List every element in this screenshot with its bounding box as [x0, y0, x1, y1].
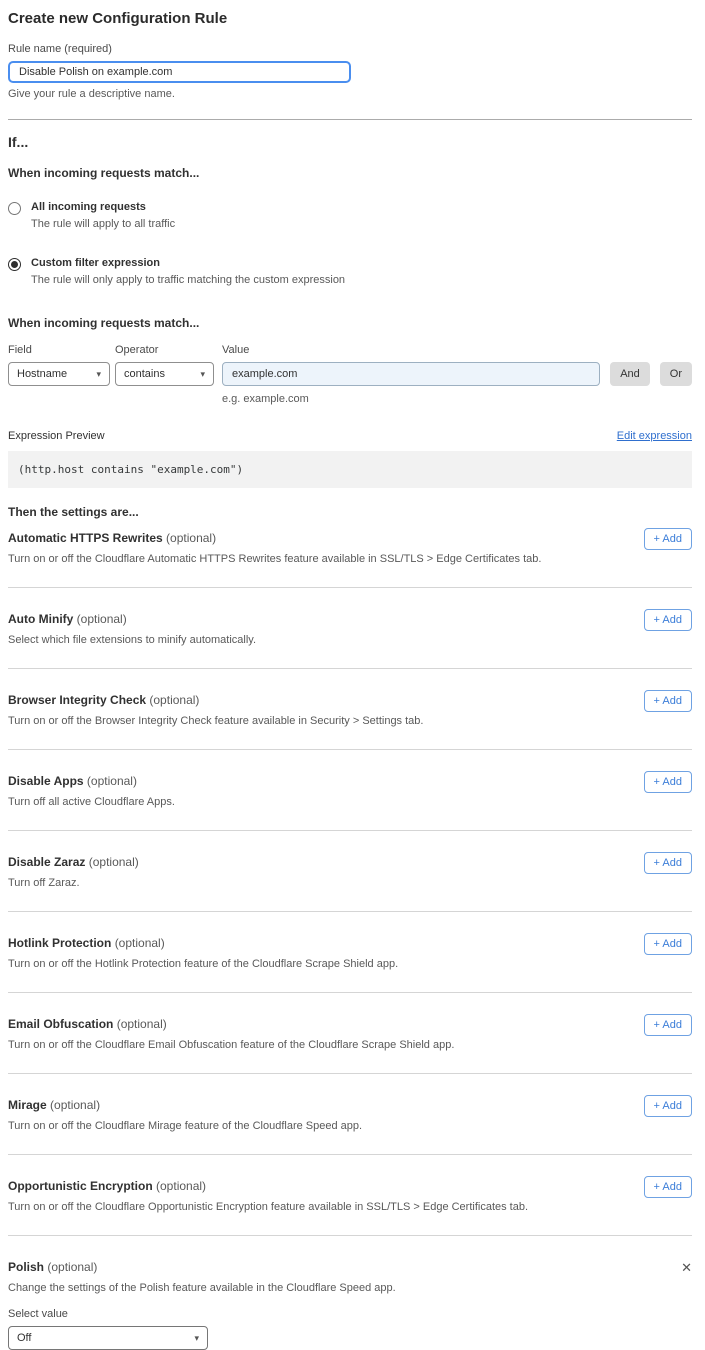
builder-heading: When incoming requests match...	[8, 316, 692, 330]
add-button[interactable]: + Add	[644, 1014, 692, 1036]
setting-description: Turn on or off the Hotlink Protection fe…	[8, 958, 398, 970]
setting-row-browser-integrity-check: Browser Integrity Check (optional) Turn …	[8, 669, 692, 750]
add-button[interactable]: + Add	[644, 771, 692, 793]
field-label: Field	[8, 344, 110, 356]
then-settings-heading: Then the settings are...	[8, 505, 692, 519]
setting-row-auto-minify: Auto Minify (optional) Select which file…	[8, 588, 692, 669]
value-input[interactable]	[222, 362, 600, 386]
optional-label: (optional)	[87, 774, 137, 788]
setting-description: Turn on or off the Cloudflare Email Obfu…	[8, 1039, 454, 1051]
close-icon[interactable]: ✕	[681, 1261, 692, 1274]
polish-select-value: Off	[17, 1332, 31, 1344]
operator-label: Operator	[115, 344, 214, 356]
radio-label: All incoming requests	[31, 201, 175, 213]
radio-button-all-incoming[interactable]	[8, 202, 21, 215]
add-button[interactable]: + Add	[644, 1176, 692, 1198]
rule-name-input[interactable]	[8, 61, 351, 83]
radio-description: The rule will apply to all traffic	[31, 218, 175, 230]
select-value-label: Select value	[8, 1308, 692, 1320]
setting-description: Change the settings of the Polish featur…	[8, 1282, 692, 1294]
optional-label: (optional)	[156, 1179, 206, 1193]
value-label: Value	[222, 344, 600, 356]
and-button[interactable]: And	[610, 362, 650, 386]
operator-select-value: contains	[124, 368, 165, 380]
setting-description: Turn on or off the Cloudflare Mirage fea…	[8, 1120, 362, 1132]
setting-title-text: Opportunistic Encryption	[8, 1179, 153, 1193]
rule-name-helper: Give your rule a descriptive name.	[8, 88, 692, 100]
optional-label: (optional)	[89, 855, 139, 869]
add-button[interactable]: + Add	[644, 690, 692, 712]
radio-description: The rule will only apply to traffic matc…	[31, 274, 345, 286]
radio-option-custom-filter[interactable]: Custom filter expression The rule will o…	[8, 257, 692, 286]
setting-title-text: Disable Apps	[8, 774, 84, 788]
setting-description: Turn on or off the Cloudflare Opportunis…	[8, 1201, 528, 1213]
rule-name-label: Rule name (required)	[8, 43, 692, 55]
setting-row-automatic-https-rewrites: Automatic HTTPS Rewrites (optional) Turn…	[8, 519, 692, 588]
setting-row-polish: Polish (optional) ✕ Change the settings …	[8, 1236, 692, 1350]
setting-title: Mirage (optional)	[8, 1098, 362, 1112]
setting-title: Automatic HTTPS Rewrites (optional)	[8, 531, 541, 545]
section-divider	[8, 119, 692, 120]
page-title: Create new Configuration Rule	[8, 10, 692, 27]
configuration-rule-page: Create new Configuration Rule Rule name …	[0, 0, 705, 1350]
setting-row-mirage: Mirage (optional) Turn on or off the Clo…	[8, 1074, 692, 1155]
if-heading: If...	[8, 134, 692, 150]
field-select[interactable]: Hostname ▾	[8, 362, 110, 386]
expression-preview-code: (http.host contains "example.com")	[8, 451, 692, 488]
edit-expression-link[interactable]: Edit expression	[617, 430, 692, 442]
optional-label: (optional)	[166, 531, 216, 545]
optional-label: (optional)	[149, 693, 199, 707]
polish-value-select[interactable]: Off ▾	[8, 1326, 208, 1350]
expression-builder: When incoming requests match... Field Ho…	[8, 316, 692, 405]
setting-row-opportunistic-encryption: Opportunistic Encryption (optional) Turn…	[8, 1155, 692, 1236]
setting-title-text: Automatic HTTPS Rewrites	[8, 531, 163, 545]
setting-title: Opportunistic Encryption (optional)	[8, 1179, 528, 1193]
operator-select[interactable]: contains ▾	[115, 362, 214, 386]
setting-title-text: Disable Zaraz	[8, 855, 85, 869]
setting-row-disable-zaraz: Disable Zaraz (optional) Turn off Zaraz.…	[8, 831, 692, 912]
add-button[interactable]: + Add	[644, 1095, 692, 1117]
optional-label: (optional)	[77, 612, 127, 626]
expression-preview-label: Expression Preview	[8, 430, 105, 442]
setting-title: Disable Zaraz (optional)	[8, 855, 139, 869]
optional-label: (optional)	[117, 1017, 167, 1031]
value-helper: e.g. example.com	[222, 393, 692, 405]
setting-title-text: Mirage	[8, 1098, 47, 1112]
setting-description: Turn on or off the Browser Integrity Che…	[8, 715, 423, 727]
setting-description: Turn off Zaraz.	[8, 877, 139, 889]
radio-label: Custom filter expression	[31, 257, 345, 269]
add-button[interactable]: + Add	[644, 528, 692, 550]
setting-description: Turn on or off the Cloudflare Automatic …	[8, 553, 541, 565]
setting-row-disable-apps: Disable Apps (optional) Turn off all act…	[8, 750, 692, 831]
setting-title: Browser Integrity Check (optional)	[8, 693, 423, 707]
setting-row-hotlink-protection: Hotlink Protection (optional) Turn on or…	[8, 912, 692, 993]
add-button[interactable]: + Add	[644, 852, 692, 874]
setting-title-text: Email Obfuscation	[8, 1017, 113, 1031]
radio-option-all-incoming[interactable]: All incoming requests The rule will appl…	[8, 201, 692, 230]
or-button[interactable]: Or	[660, 362, 692, 386]
chevron-down-icon: ▾	[194, 1333, 199, 1344]
setting-title: Email Obfuscation (optional)	[8, 1017, 454, 1031]
radio-button-custom-filter[interactable]	[8, 258, 21, 271]
chevron-down-icon: ▾	[200, 369, 205, 380]
chevron-down-icon: ▾	[96, 369, 101, 380]
incoming-requests-match-heading: When incoming requests match...	[8, 166, 692, 180]
setting-title: Auto Minify (optional)	[8, 612, 256, 626]
setting-title: Hotlink Protection (optional)	[8, 936, 398, 950]
setting-description: Select which file extensions to minify a…	[8, 634, 256, 646]
optional-label: (optional)	[115, 936, 165, 950]
add-button[interactable]: + Add	[644, 609, 692, 631]
add-button[interactable]: + Add	[644, 933, 692, 955]
setting-title-text: Auto Minify	[8, 612, 73, 626]
setting-title-text: Browser Integrity Check	[8, 693, 146, 707]
setting-row-email-obfuscation: Email Obfuscation (optional) Turn on or …	[8, 993, 692, 1074]
setting-title: Disable Apps (optional)	[8, 774, 175, 788]
setting-description: Turn off all active Cloudflare Apps.	[8, 796, 175, 808]
field-select-value: Hostname	[17, 368, 67, 380]
expression-preview-header: Expression Preview Edit expression	[8, 430, 692, 442]
setting-title-text: Hotlink Protection	[8, 936, 111, 950]
optional-label: (optional)	[50, 1098, 100, 1112]
